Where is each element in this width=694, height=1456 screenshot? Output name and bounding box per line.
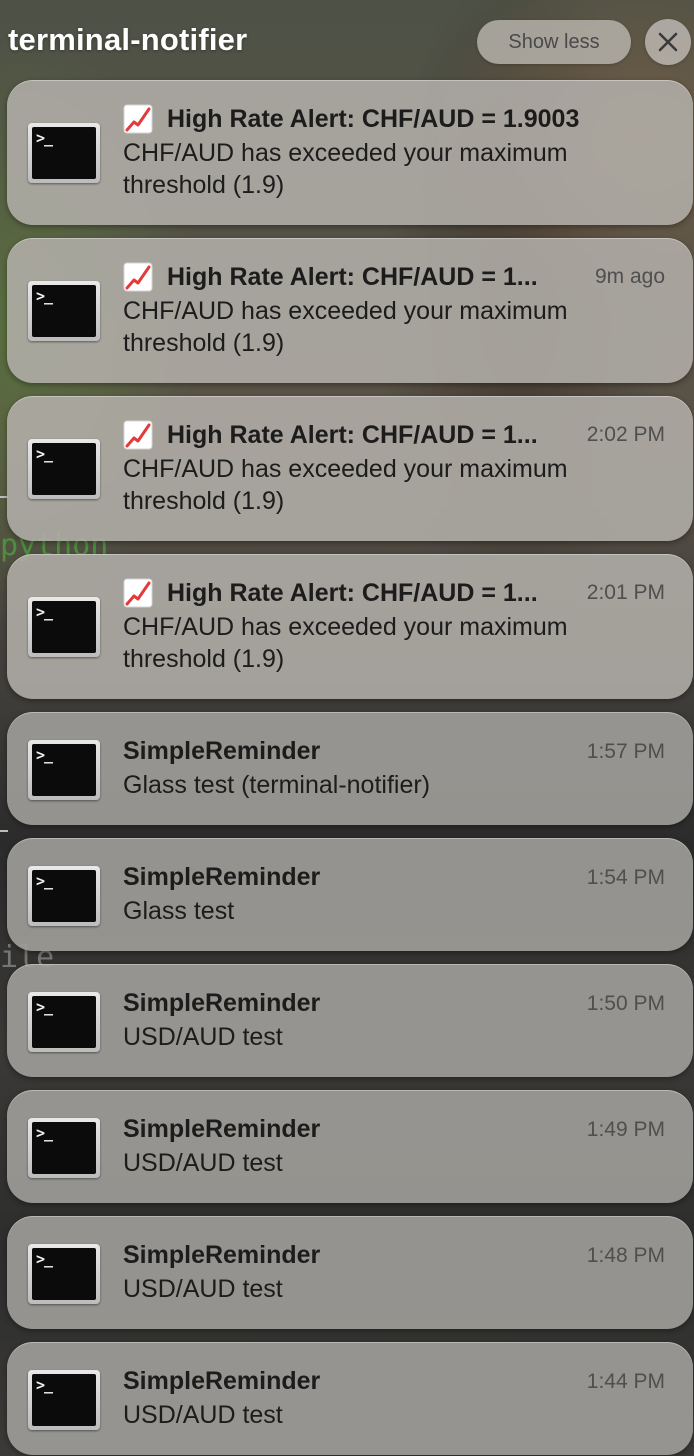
close-button[interactable] (645, 19, 691, 65)
notification-time: 1:50 PM (586, 991, 665, 1015)
notification-card[interactable]: >_ SimpleReminder 1:54 PM Glass test (7, 838, 693, 951)
notification-body: Glass test (terminal-notifier) (123, 771, 431, 799)
notification-body: USD/AUD test (123, 1401, 283, 1429)
notification-time: 1:49 PM (586, 1117, 665, 1141)
terminal-icon: >_ (28, 281, 100, 341)
notification-body: USD/AUD test (123, 1275, 283, 1303)
chart-increasing-icon (123, 262, 153, 292)
notification-card[interactable]: >_ SimpleReminder 1:49 PM USD/AUD test (7, 1090, 693, 1203)
terminal-icon: >_ (28, 740, 100, 800)
notification-title: SimpleReminder (123, 989, 321, 1017)
notification-time: 1:48 PM (586, 1243, 665, 1267)
notification-body: USD/AUD test (123, 1149, 283, 1177)
terminal-icon: >_ (28, 439, 100, 499)
notification-time: 1:44 PM (586, 1369, 665, 1393)
notification-time: 2:02 PM (586, 423, 665, 446)
notification-title: SimpleReminder (123, 1241, 321, 1269)
chart-increasing-icon (123, 578, 153, 608)
notification-card[interactable]: >_ High Rate Alert: CHF/AUD = 1... 2:02 … (7, 396, 693, 541)
notification-card[interactable]: >_ SimpleReminder 1:50 PM USD/AUD test (7, 964, 693, 1077)
notification-time: 9m ago (594, 265, 665, 288)
notification-card[interactable]: >_ High Rate Alert: CHF/AUD = 1.9003 CHF… (7, 80, 693, 225)
notification-title: SimpleReminder (123, 737, 321, 765)
terminal-icon: >_ (28, 866, 100, 926)
notification-body: CHF/AUD has exceeded your maximum thresh… (123, 297, 568, 357)
notification-body: Glass test (123, 897, 235, 925)
notification-card[interactable]: >_ SimpleReminder 1:57 PM Glass test (te… (7, 712, 693, 825)
terminal-icon: >_ (28, 992, 100, 1052)
terminal-icon: >_ (28, 123, 100, 183)
notification-body: CHF/AUD has exceeded your maximum thresh… (123, 139, 568, 199)
notification-card[interactable]: >_ SimpleReminder 1:48 PM USD/AUD test (7, 1216, 693, 1329)
notification-body: CHF/AUD has exceeded your maximum thresh… (123, 613, 568, 673)
notification-title: High Rate Alert: CHF/AUD = 1... (167, 420, 538, 449)
notification-title: SimpleReminder (123, 863, 321, 891)
notification-card[interactable]: >_ SimpleReminder 1:44 PM USD/AUD test (7, 1342, 693, 1455)
notification-title: High Rate Alert: CHF/AUD = 1... (167, 578, 538, 607)
terminal-icon: >_ (28, 1370, 100, 1430)
notification-title: SimpleReminder (123, 1115, 321, 1143)
notification-title: High Rate Alert: CHF/AUD = 1... (167, 262, 538, 291)
notification-time: 2:01 PM (586, 581, 665, 604)
notification-card[interactable]: >_ High Rate Alert: CHF/AUD = 1... 2:01 … (7, 554, 693, 699)
notification-group-title: terminal-notifier (8, 22, 248, 57)
notification-title: SimpleReminder (123, 1367, 321, 1395)
notification-title: High Rate Alert: CHF/AUD = 1.9003 (167, 104, 580, 133)
notification-card[interactable]: >_ High Rate Alert: CHF/AUD = 1... 9m ag… (7, 238, 693, 383)
terminal-icon: >_ (28, 597, 100, 657)
notification-time: 1:57 PM (586, 739, 665, 763)
backdrop-divider (0, 830, 8, 832)
show-less-button[interactable]: Show less (477, 20, 631, 64)
chart-increasing-icon (123, 104, 153, 134)
terminal-icon: >_ (28, 1118, 100, 1178)
notification-body: CHF/AUD has exceeded your maximum thresh… (123, 455, 568, 515)
close-icon (658, 32, 678, 52)
chart-increasing-icon (123, 420, 153, 450)
notification-time: 1:54 PM (586, 865, 665, 889)
terminal-icon: >_ (28, 1244, 100, 1304)
notification-body: USD/AUD test (123, 1023, 283, 1051)
